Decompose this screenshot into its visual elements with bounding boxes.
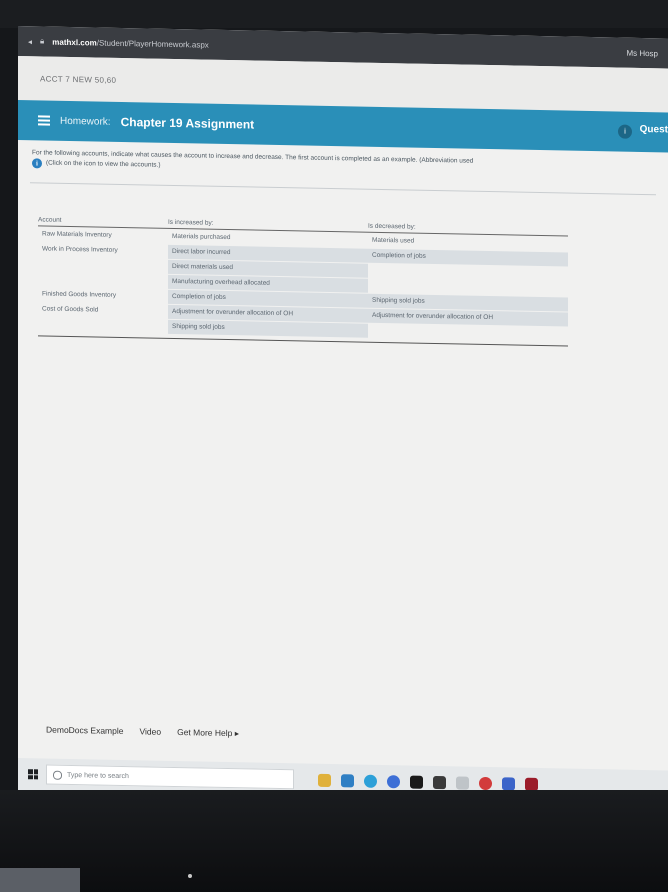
monitor-bezel-bottom: [0, 790, 668, 892]
question-label: Quest: [639, 123, 668, 136]
store-icon[interactable]: [433, 775, 446, 789]
file-explorer-icon[interactable]: [318, 773, 331, 787]
taskbar-search-input[interactable]: Type here to search: [46, 764, 294, 790]
divider: [30, 182, 656, 196]
url-field[interactable]: mathxl.com/Student/PlayerHomework.aspx: [52, 37, 618, 57]
account-cell: [38, 257, 168, 273]
back-icon[interactable]: ◂: [28, 37, 32, 46]
get-more-help-link[interactable]: Get More Help ▸: [177, 727, 239, 739]
footer-links: DemoDocs Example Video Get More Help ▸: [18, 714, 668, 757]
demo-docs-link[interactable]: DemoDocs Example: [46, 725, 123, 736]
account-cell: [38, 272, 168, 288]
accounts-table: Account Is increased by: Is decreased by…: [38, 216, 568, 347]
chrome-icon[interactable]: [364, 774, 377, 788]
header-increased: Is increased by:: [168, 218, 214, 227]
info-text: (Click on the icon to view the accounts.…: [46, 159, 161, 169]
info-icon[interactable]: i: [32, 158, 42, 169]
opera-icon[interactable]: [479, 776, 492, 790]
window-right-label: Ms Hosp: [626, 48, 658, 58]
table-body: Raw Materials Inventory Materials purchas…: [38, 226, 568, 341]
menu-icon[interactable]: [38, 115, 50, 126]
account-cell: Cost of Goods Sold: [42, 304, 99, 314]
search-icon: [53, 770, 62, 780]
decrease-cell: [368, 323, 568, 341]
lock-icon: 🔒︎: [40, 36, 45, 46]
dust-speck: [188, 874, 192, 878]
app-icon[interactable]: [525, 777, 538, 791]
url-path: /Student/PlayerHomework.aspx: [96, 38, 209, 50]
search-placeholder: Type here to search: [67, 771, 129, 780]
increase-cell[interactable]: Shipping sold jobs: [168, 319, 368, 338]
header-account: Account: [38, 216, 62, 224]
mail-icon[interactable]: [456, 775, 469, 790]
monitor-bezel-top: [0, 0, 668, 28]
account-cell: [38, 317, 168, 333]
account-cell: Work in Process Inventory: [42, 244, 118, 254]
screen: ◂ 🔒︎ mathxl.com/Student/PlayerHomework.a…: [18, 26, 668, 803]
question-info-icon[interactable]: i: [618, 124, 632, 139]
background-light-patch: [0, 868, 80, 892]
homework-label: Homework:: [60, 115, 111, 128]
account-cell: Finished Goods Inventory: [42, 289, 117, 299]
photos-icon[interactable]: [410, 775, 423, 789]
word-icon[interactable]: [502, 776, 515, 791]
windows-start-icon[interactable]: [28, 769, 38, 780]
assignment-title: Chapter 19 Assignment: [120, 114, 255, 132]
taskbar-apps: [318, 773, 538, 791]
account-cell: Raw Materials Inventory: [42, 229, 112, 239]
edge-icon[interactable]: [341, 773, 354, 787]
url-host: mathxl.com: [52, 37, 97, 48]
video-link[interactable]: Video: [139, 726, 161, 736]
course-code: ACCT 7 NEW 50,60: [40, 73, 117, 85]
header-decreased: Is decreased by:: [368, 222, 416, 231]
teams-icon[interactable]: [387, 774, 400, 788]
